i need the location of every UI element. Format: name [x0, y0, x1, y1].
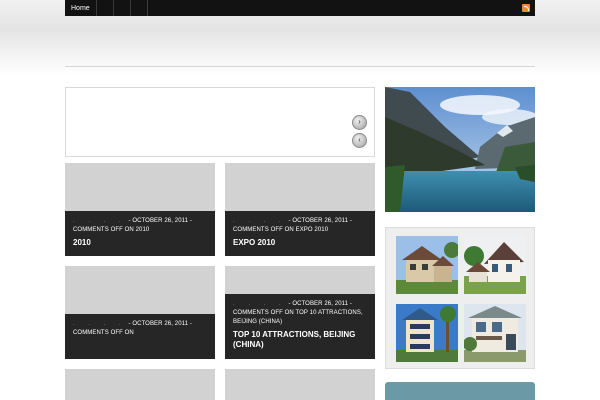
nav-item-2[interactable]	[97, 0, 114, 16]
post-thumbnail[interactable]	[65, 369, 215, 400]
gallery-thumbnail[interactable]	[396, 304, 458, 362]
nav-item-home[interactable]: Home	[65, 0, 97, 16]
post-thumbnail[interactable]	[65, 266, 215, 314]
post-card[interactable]: . . . . - OCTOBER 26, 2011 - COMMENTS OF…	[225, 266, 375, 359]
post-date: - OCTOBER 26, 2011 -	[288, 301, 352, 307]
post-thumbnail[interactable]	[225, 369, 375, 400]
post-card[interactable]: . . . . - OCTOBER 26, 2011 - COMMENTS OF…	[65, 266, 215, 359]
top-navigation-bar: Home	[65, 0, 535, 16]
meta-dots: . . . .	[73, 218, 127, 224]
post-thumbnail[interactable]	[65, 163, 215, 211]
gallery-thumbnail[interactable]	[464, 236, 526, 294]
featured-slider	[65, 87, 375, 157]
post-comments-link[interactable]: COMMENTS OFF ON 2010	[73, 226, 207, 235]
gallery-widget	[385, 227, 535, 369]
post-card[interactable]	[65, 369, 215, 400]
post-comments-link[interactable]: COMMENTS OFF ON TOP 10 ATTRACTIONS, BEIJ…	[233, 309, 367, 327]
post-title[interactable]: EXPO 2010	[233, 238, 367, 248]
chevron-right-icon[interactable]: ›	[352, 115, 367, 130]
header-divider	[65, 66, 535, 67]
post-meta: . . . . - OCTOBER 26, 2011 - COMMENTS OF…	[65, 314, 215, 359]
post-date: - OCTOBER 26, 2011 -	[128, 218, 192, 224]
gallery-thumbnail[interactable]	[396, 236, 458, 294]
post-comments-link[interactable]: COMMENTS OFF ON EXPO 2010	[233, 226, 367, 235]
post-meta: . . . . - OCTOBER 26, 2011 - COMMENTS OF…	[65, 211, 215, 256]
meta-dots: . . . .	[73, 321, 127, 327]
nav-item-3[interactable]	[114, 0, 131, 16]
gallery-thumbnail[interactable]	[464, 304, 526, 362]
post-thumbnail[interactable]	[225, 163, 375, 211]
rss-icon[interactable]	[522, 4, 530, 12]
meta-dots: . . . .	[233, 218, 287, 224]
sidebar-landscape-image[interactable]	[385, 87, 535, 212]
post-meta: . . . . - OCTOBER 26, 2011 - COMMENTS OF…	[225, 211, 375, 256]
post-card[interactable]: . . . . - OCTOBER 26, 2011 - COMMENTS OF…	[65, 163, 215, 256]
post-date: - OCTOBER 26, 2011 -	[288, 218, 352, 224]
nav-item-4[interactable]	[131, 0, 148, 16]
post-date: - OCTOBER 26, 2011 -	[128, 321, 192, 327]
post-card[interactable]	[225, 369, 375, 400]
post-title[interactable]: 2010	[73, 238, 207, 248]
post-card[interactable]: . . . . - OCTOBER 26, 2011 - COMMENTS OF…	[225, 163, 375, 256]
post-comments-link[interactable]: COMMENTS OFF ON	[73, 329, 207, 338]
post-title[interactable]: TOP 10 ATTRACTIONS, BEIJING (CHINA)	[233, 330, 367, 350]
sidebar-widget-header	[385, 382, 535, 400]
post-meta: . . . . - OCTOBER 26, 2011 - COMMENTS OF…	[225, 294, 375, 359]
meta-dots: . . . .	[233, 301, 287, 307]
post-thumbnail[interactable]	[225, 266, 375, 294]
chevron-left-icon[interactable]: ‹	[352, 133, 367, 148]
